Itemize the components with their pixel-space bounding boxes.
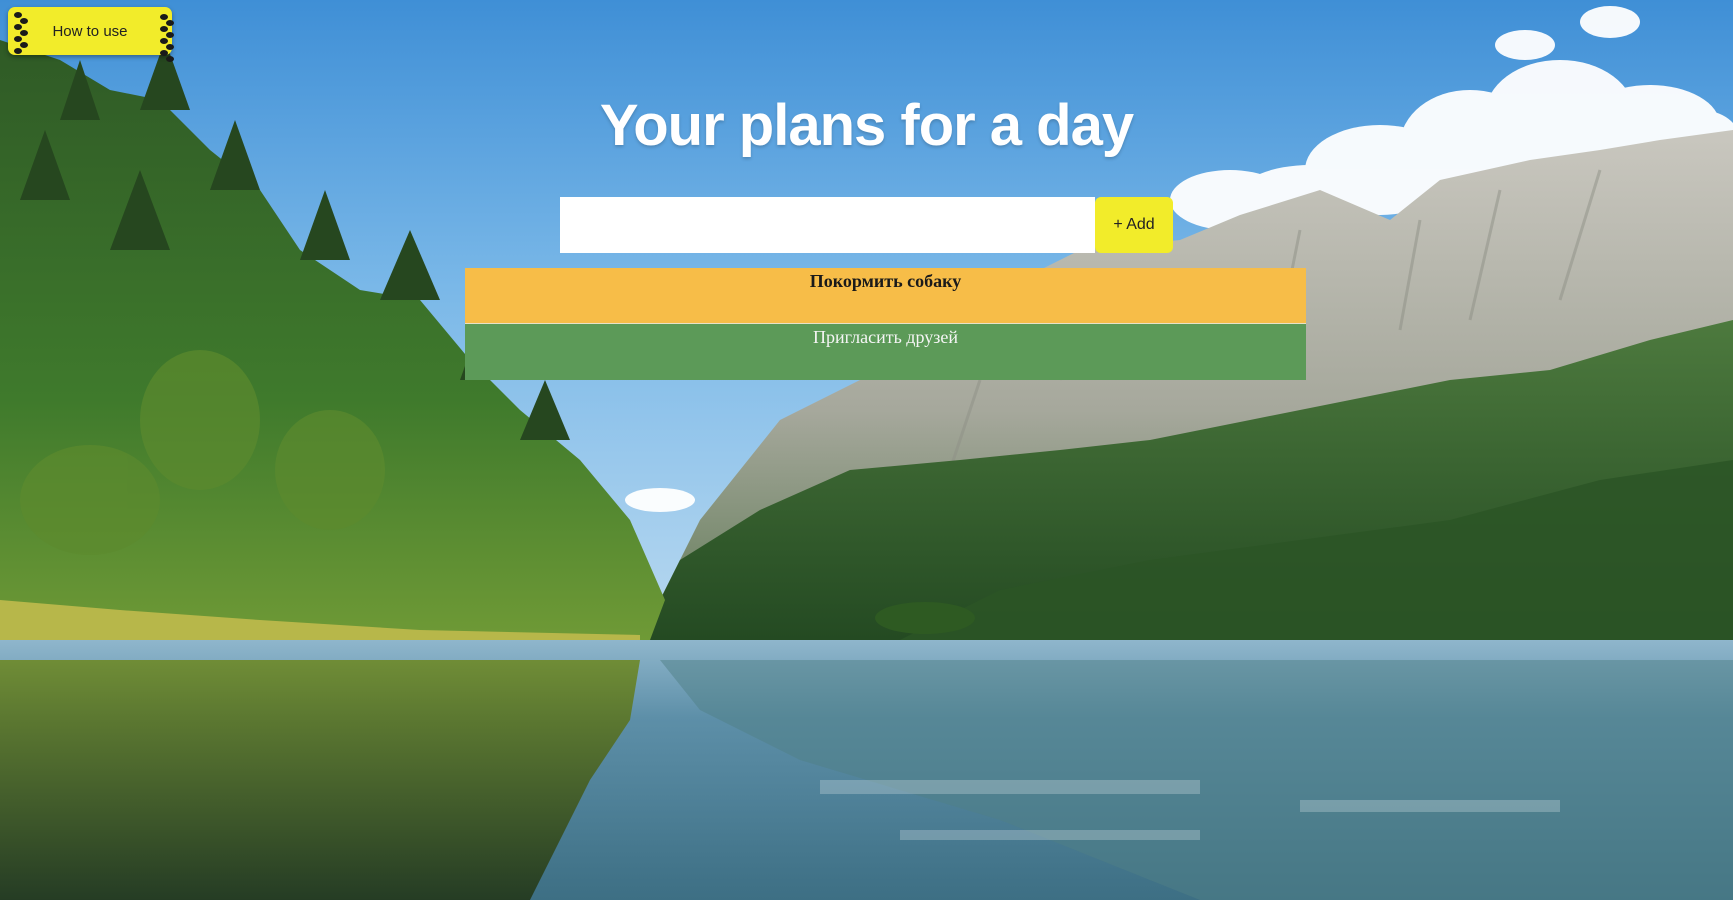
braid-decoration-icon: [14, 12, 28, 54]
add-task-button[interactable]: + Add: [1095, 197, 1173, 253]
how-to-use-label: How to use: [52, 22, 128, 40]
page-title: Your plans for a day: [599, 93, 1134, 158]
new-task-input[interactable]: [560, 197, 1095, 253]
task-text: Покормить собаку: [809, 271, 962, 291]
braid-decoration-icon: [160, 14, 174, 62]
task-item[interactable]: Пригласить друзей: [465, 324, 1306, 380]
task-item-completed[interactable]: Покормить собаку: [465, 268, 1306, 324]
task-list: Покормить собаку Пригласить друзей: [465, 268, 1306, 380]
task-text: Пригласить друзей: [813, 327, 958, 347]
how-to-use-button[interactable]: How to use: [8, 7, 174, 62]
